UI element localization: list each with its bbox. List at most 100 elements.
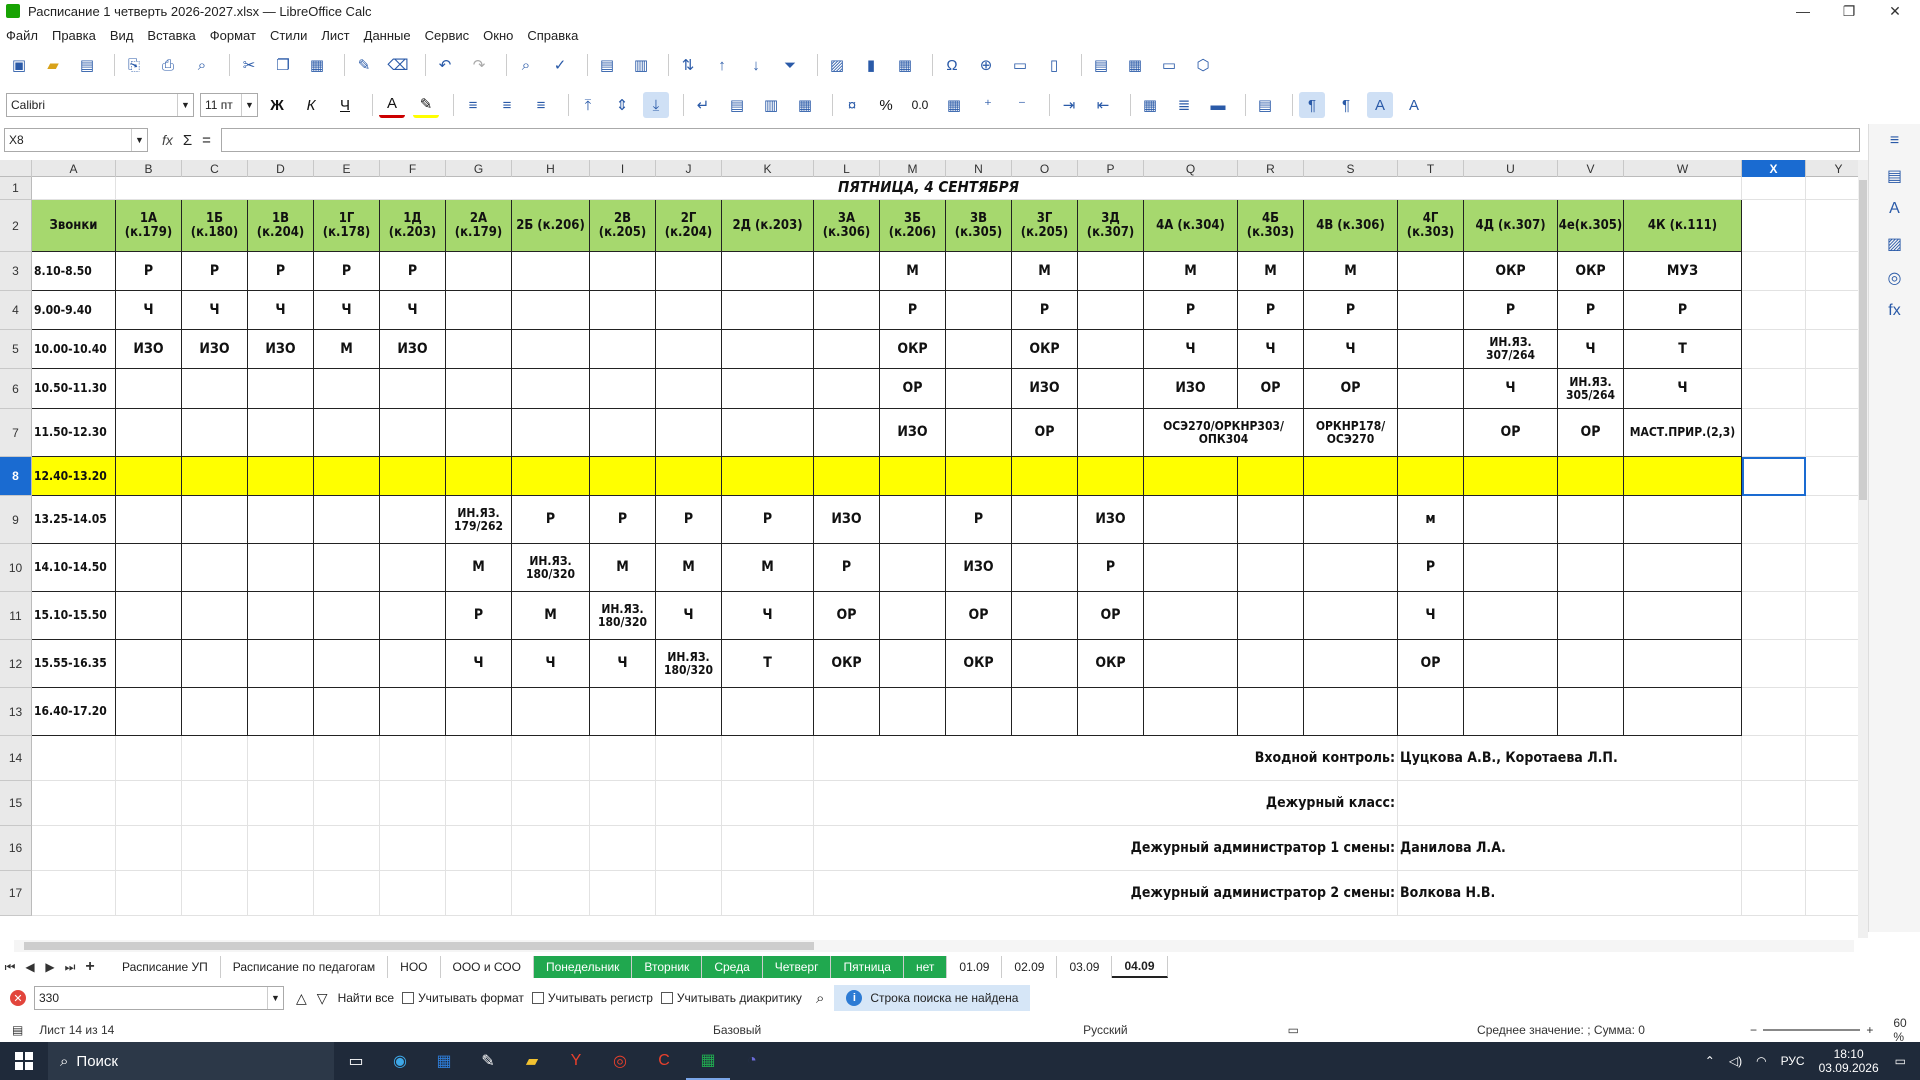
schedule-title[interactable]: ПЯТНИЦА, 4 СЕНТЯБРЯ xyxy=(116,177,1742,200)
cell[interactable] xyxy=(248,781,314,826)
lesson-cell[interactable] xyxy=(880,544,946,592)
currency-format-icon[interactable]: ¤ xyxy=(839,92,865,118)
sort-ascending-icon[interactable]: ↑ xyxy=(709,52,735,78)
lesson-cell[interactable] xyxy=(590,369,656,409)
lesson-cell[interactable]: ИЗО xyxy=(1144,369,1238,409)
lesson-cell[interactable] xyxy=(446,369,512,409)
cell[interactable] xyxy=(32,871,116,916)
messenger-icon[interactable]: ◔ xyxy=(730,1042,774,1080)
sheet-tab[interactable]: 04.09 xyxy=(1112,956,1168,978)
row-header-16[interactable]: 16 xyxy=(0,826,32,871)
increase-indent-icon[interactable]: ⇥ xyxy=(1056,92,1082,118)
lesson-cell[interactable] xyxy=(116,457,182,496)
lesson-cell[interactable]: Т xyxy=(722,640,814,688)
lesson-cell[interactable]: ИЗО xyxy=(1078,496,1144,544)
lesson-cell[interactable]: ОР xyxy=(946,592,1012,640)
cell[interactable] xyxy=(116,826,182,871)
comment-icon[interactable]: ▭ xyxy=(1007,52,1033,78)
lesson-cell[interactable]: Ч xyxy=(314,291,380,330)
lesson-cell[interactable] xyxy=(248,592,314,640)
lesson-cell[interactable] xyxy=(116,688,182,736)
lesson-cell[interactable] xyxy=(380,688,446,736)
cell[interactable] xyxy=(590,781,656,826)
lesson-cell[interactable] xyxy=(1464,688,1558,736)
menu-format[interactable]: Формат xyxy=(210,28,256,43)
sheet-tab[interactable]: Среда xyxy=(702,956,763,978)
cell[interactable] xyxy=(722,871,814,916)
column-title-cell[interactable]: 4Б (к.303) xyxy=(1238,200,1304,252)
lesson-cell[interactable] xyxy=(722,688,814,736)
number-format-button[interactable]: 0.0 xyxy=(907,92,933,118)
column-title-cell[interactable]: 1Д (к.203) xyxy=(380,200,446,252)
lesson-cell[interactable]: ОР xyxy=(814,592,880,640)
sum-status[interactable]: Среднее значение: ; Сумма: 0 xyxy=(1477,1023,1740,1037)
freeze-rows-icon[interactable]: ▦ xyxy=(1122,52,1148,78)
cell[interactable] xyxy=(248,871,314,916)
lesson-cell[interactable] xyxy=(1624,592,1742,640)
cell[interactable] xyxy=(590,736,656,781)
lesson-cell[interactable] xyxy=(1078,330,1144,369)
paste-icon[interactable]: ▦ xyxy=(304,52,330,78)
gallery-icon[interactable]: ▨ xyxy=(1883,234,1907,258)
print-preview-icon[interactable]: ⌕ xyxy=(189,52,215,78)
lesson-cell[interactable] xyxy=(116,496,182,544)
redo-icon[interactable]: ↷ xyxy=(466,52,492,78)
menu-insert[interactable]: Вставка xyxy=(147,28,195,43)
lesson-cell[interactable] xyxy=(1558,457,1624,496)
lesson-cell[interactable]: МАСТ.ПРИР.(2,3) xyxy=(1624,409,1742,457)
column-header-k[interactable]: K xyxy=(722,160,814,177)
lesson-cell[interactable] xyxy=(1144,457,1238,496)
lesson-cell[interactable]: ОКР xyxy=(880,330,946,369)
lesson-cell[interactable] xyxy=(1624,688,1742,736)
underline-button[interactable]: Ч xyxy=(332,92,358,118)
lesson-cell[interactable] xyxy=(946,457,1012,496)
lesson-cell[interactable] xyxy=(1464,496,1558,544)
borders-icon[interactable]: ▦ xyxy=(1137,92,1163,118)
clear-formatting-icon[interactable]: ⌫ xyxy=(385,52,411,78)
cell[interactable] xyxy=(656,736,722,781)
lesson-cell[interactable] xyxy=(380,496,446,544)
lesson-cell[interactable] xyxy=(512,330,590,369)
lesson-cell[interactable]: Р xyxy=(1078,544,1144,592)
lesson-cell[interactable]: М xyxy=(722,544,814,592)
cell[interactable] xyxy=(1742,496,1806,544)
cell[interactable] xyxy=(248,826,314,871)
menu-tools[interactable]: Сервис xyxy=(425,28,470,43)
new-document-icon[interactable]: ▣ xyxy=(6,52,32,78)
lesson-cell[interactable]: ИЗО xyxy=(814,496,880,544)
time-slot-cell[interactable]: 13.25-14.05 xyxy=(32,496,116,544)
lesson-cell[interactable]: ОСЭ270/ОРКНР303/ ОПК304 xyxy=(1144,409,1304,457)
time-slot-cell[interactable]: 11.50-12.30 xyxy=(32,409,116,457)
lesson-cell[interactable]: Ч xyxy=(1144,330,1238,369)
lesson-cell[interactable] xyxy=(814,252,880,291)
cell[interactable] xyxy=(314,781,380,826)
lesson-cell[interactable] xyxy=(512,291,590,330)
time-slot-cell[interactable]: 15.10-15.50 xyxy=(32,592,116,640)
lesson-cell[interactable] xyxy=(814,457,880,496)
start-button[interactable] xyxy=(0,1042,48,1080)
lesson-cell[interactable] xyxy=(1012,457,1078,496)
find-input[interactable]: 330 ▼ xyxy=(34,986,284,1010)
cell[interactable] xyxy=(722,736,814,781)
row-header-4[interactable]: 4 xyxy=(0,291,32,330)
lesson-cell[interactable]: Р xyxy=(590,496,656,544)
cell[interactable] xyxy=(1806,640,1858,688)
lesson-cell[interactable]: МУЗ xyxy=(1624,252,1742,291)
cell[interactable] xyxy=(116,871,182,916)
formula-input[interactable] xyxy=(220,128,1861,152)
sheet-position[interactable]: Лист 14 из 14 xyxy=(39,1023,273,1037)
lesson-cell[interactable] xyxy=(1012,544,1078,592)
lesson-cell[interactable]: М xyxy=(590,544,656,592)
column-header-c[interactable]: C xyxy=(182,160,248,177)
lesson-cell[interactable] xyxy=(380,640,446,688)
match-case-checkbox[interactable] xyxy=(531,992,544,1004)
spreadsheet-grid[interactable]: ABCDEFGHIJKLMNOPQRSTUVWXY 1 2 3 4 5 6 7 8 9 10 11 1… xyxy=(0,160,1858,938)
cell[interactable] xyxy=(1742,781,1806,826)
lesson-cell[interactable]: Р xyxy=(814,544,880,592)
cccleaner-icon[interactable]: C xyxy=(642,1042,686,1080)
lesson-cell[interactable] xyxy=(590,409,656,457)
lesson-cell[interactable]: Р xyxy=(1144,291,1238,330)
cell[interactable] xyxy=(1742,592,1806,640)
lesson-cell[interactable] xyxy=(1398,457,1464,496)
lesson-cell[interactable] xyxy=(512,369,590,409)
